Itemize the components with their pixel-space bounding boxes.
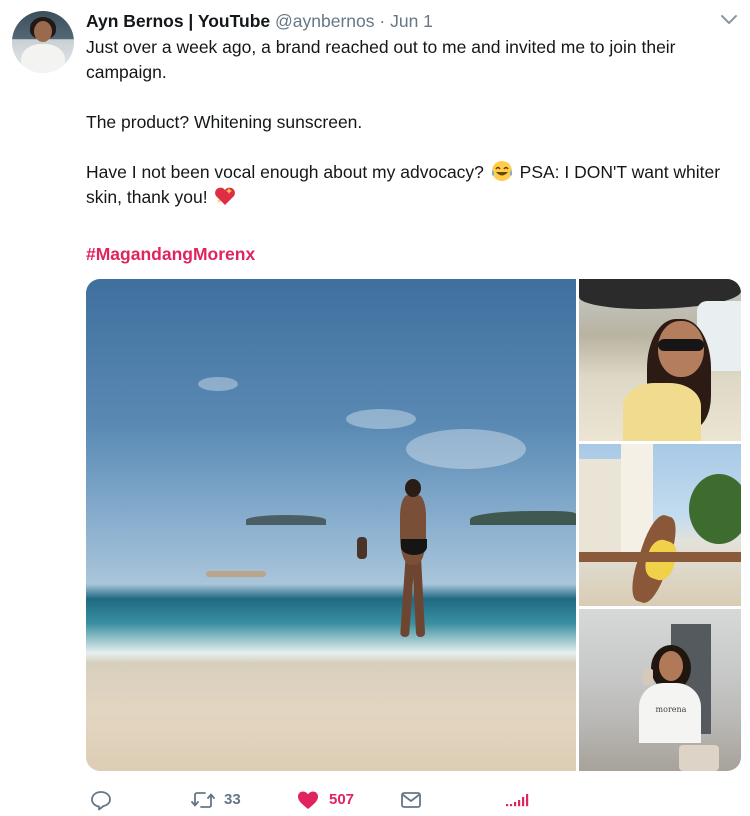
paragraph-3-start: Have I not been vocal enough about my ad…	[86, 162, 484, 182]
tweet-paragraph-2: The product? Whitening sunscreen.	[86, 112, 363, 132]
headland	[470, 511, 576, 525]
sparkling-heart-icon	[215, 187, 236, 205]
tweet-text: Just over a week ago, a brand reached ou…	[86, 35, 726, 210]
author-handle[interactable]: @aynbernos	[275, 11, 375, 31]
analytics-button[interactable]	[504, 785, 532, 815]
pebbles	[206, 571, 266, 577]
like-button[interactable]: 507	[296, 785, 354, 815]
avatar-shirt	[21, 44, 65, 73]
reply-button[interactable]	[90, 785, 112, 815]
retweet-count: 33	[224, 791, 241, 808]
envelope-icon	[401, 792, 421, 808]
balcony-photo[interactable]	[579, 444, 741, 606]
tweet: Ayn Bernos | YouTube @aynbernos · Jun 1 …	[0, 0, 750, 816]
avatar[interactable]	[12, 11, 74, 73]
tweet-paragraph-3: Have I not been vocal enough about my ad…	[86, 160, 726, 210]
shirt-text: morena	[655, 705, 687, 714]
reply-icon	[91, 791, 111, 811]
header-separator: ·	[379, 11, 386, 31]
retweet-icon	[191, 792, 215, 808]
cloud	[406, 429, 526, 469]
tears-of-joy-emoji-icon	[491, 161, 512, 181]
retweet-button[interactable]: 33	[191, 785, 241, 815]
direct-message-button[interactable]	[400, 785, 422, 815]
beach-photo[interactable]	[86, 279, 576, 771]
hashtag-link[interactable]: #MagandangMorenx	[86, 242, 255, 266]
tweet-date[interactable]: Jun 1	[390, 11, 433, 31]
chevron-down-icon[interactable]	[719, 13, 739, 27]
woman-figure	[392, 479, 432, 639]
media-grid: morena	[86, 279, 741, 771]
mirror-selfie-photo[interactable]: morena	[579, 609, 741, 771]
swimmer	[357, 537, 367, 559]
cloud	[198, 377, 238, 391]
avatar-face	[34, 21, 52, 42]
car-selfie-photo[interactable]	[579, 279, 741, 441]
like-count: 507	[329, 791, 355, 808]
tweet-header: Ayn Bernos | YouTube @aynbernos · Jun 1	[86, 9, 433, 33]
author-name[interactable]: Ayn Bernos | YouTube	[86, 11, 270, 31]
action-bar: 33 507	[86, 785, 546, 815]
cloud	[346, 409, 416, 429]
heart-icon	[298, 791, 318, 809]
tweet-paragraph-1: Just over a week ago, a brand reached ou…	[86, 37, 676, 82]
analytics-icon	[506, 794, 529, 807]
distant-islands	[246, 515, 326, 525]
